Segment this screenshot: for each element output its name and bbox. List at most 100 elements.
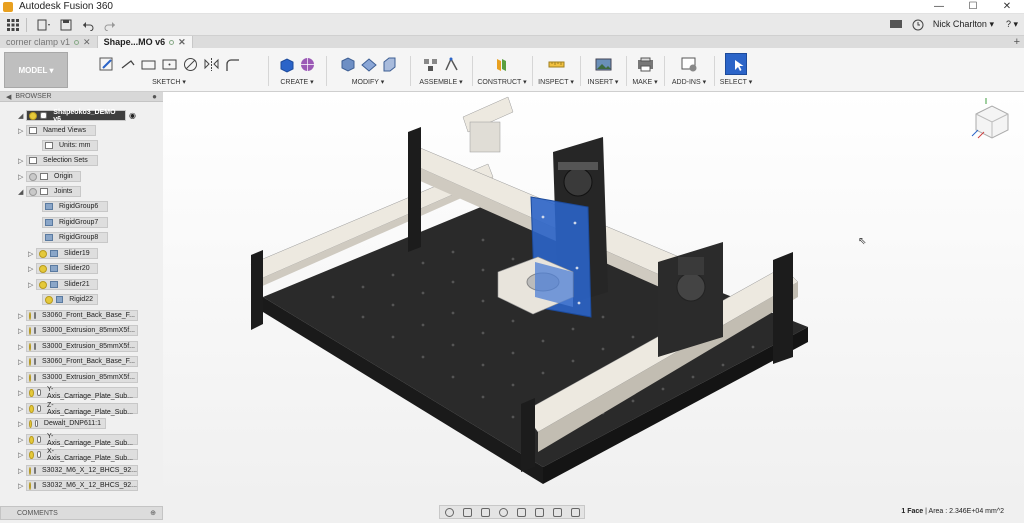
browser-item-box[interactable]: S3060_Front_Back_Base_F...	[26, 356, 138, 367]
browser-item[interactable]: ◢ Joints	[18, 186, 81, 197]
expand-node-icon[interactable]: ▷	[18, 358, 26, 366]
expand-node-icon[interactable]: ▷	[18, 374, 26, 382]
expand-node-icon[interactable]: ▷	[28, 250, 36, 258]
browser-item[interactable]: ▷ Slider21	[28, 279, 98, 290]
grid-settings-icon[interactable]	[552, 507, 562, 517]
assemble-menu[interactable]: ASSEMBLE ▾	[412, 78, 470, 86]
browser-item[interactable]: ▷ Dewalt_DNP611:1	[18, 418, 106, 429]
insert-image-icon[interactable]	[595, 56, 612, 73]
center-rectangle-icon[interactable]	[161, 56, 178, 73]
browser-item-box[interactable]: S3000_Extrusion_85mmX5f...	[26, 341, 138, 352]
browser-item-box[interactable]: S3000_Extrusion_85mmX5f...	[26, 325, 138, 336]
visibility-lightbulb-icon[interactable]	[29, 450, 34, 459]
visibility-lightbulb-icon[interactable]	[29, 435, 34, 444]
visibility-lightbulb-icon[interactable]	[29, 172, 37, 181]
line-icon[interactable]	[119, 56, 136, 73]
look-at-icon[interactable]	[462, 507, 472, 517]
offset-plane-icon[interactable]	[494, 56, 511, 73]
mirror-icon[interactable]	[203, 56, 220, 73]
view-cube[interactable]	[964, 94, 1014, 144]
expand-node-icon[interactable]: ▷	[18, 405, 26, 413]
press-pull-icon[interactable]	[339, 56, 356, 73]
expand-node-icon[interactable]: ▷	[18, 467, 26, 475]
addins-menu[interactable]: ADD-INS ▾	[666, 78, 712, 86]
visibility-lightbulb-icon[interactable]	[29, 466, 31, 475]
expand-node-icon[interactable]: ▷	[18, 157, 26, 165]
browser-item-box[interactable]: S3032_M6_X_12_BHCS_92...	[26, 465, 138, 476]
display-settings-icon[interactable]	[534, 507, 544, 517]
modify-menu[interactable]: MODIFY ▾	[328, 78, 408, 86]
insert-menu[interactable]: INSERT ▾	[582, 78, 624, 86]
save-icon[interactable]	[57, 17, 75, 33]
browser-item[interactable]: ▷ Y-Axis_Carriage_Plate_Sub...	[18, 386, 138, 400]
expand-node-icon[interactable]: ▷	[18, 451, 26, 459]
inspect-menu[interactable]: INSPECT ▾	[534, 78, 578, 86]
joint-icon[interactable]	[443, 56, 460, 73]
browser-item-box[interactable]: Joints	[26, 186, 81, 197]
help-menu[interactable]: ? ▾	[1006, 19, 1018, 30]
expand-node-icon[interactable]: ▷	[18, 312, 26, 320]
expand-node-icon[interactable]: ▷	[28, 281, 36, 289]
browser-item-box[interactable]: Origin	[26, 171, 81, 182]
tab-corner-clamp[interactable]: corner clamp v1 ✕	[0, 36, 98, 48]
browser-item-box[interactable]: Named Views	[26, 125, 96, 136]
browser-item[interactable]: ▷ S3000_Extrusion_85mmX5f...	[18, 372, 138, 383]
expand-node-icon[interactable]: ▷	[18, 327, 26, 335]
browser-item[interactable]: ▷ Origin	[18, 171, 81, 182]
rectangle-icon[interactable]	[140, 56, 157, 73]
browser-item[interactable]: ▷ X-Axis_Carriage_Plate_Sub...	[18, 448, 138, 462]
browser-item-box[interactable]: Y-Axis_Carriage_Plate_Sub...	[26, 386, 138, 400]
clock-icon[interactable]	[909, 17, 927, 33]
close-button[interactable]: ✕	[990, 1, 1024, 12]
tab-shapeoko-demo[interactable]: Shape...MO v6 ✕	[97, 36, 193, 48]
3d-print-icon[interactable]	[637, 56, 654, 73]
browser-item-box[interactable]: S3060_Front_Back_Base_F...	[26, 310, 138, 321]
user-account-menu[interactable]: Nick Charlton ▾	[933, 19, 994, 30]
expand-node-icon[interactable]: ▷	[28, 265, 36, 273]
visibility-lightbulb-icon[interactable]	[29, 419, 32, 428]
extrude-icon[interactable]	[278, 56, 295, 73]
make-menu[interactable]: MAKE ▾	[628, 78, 662, 86]
visibility-lightbulb-icon[interactable]	[39, 264, 47, 273]
browser-item[interactable]: ▷ S3060_Front_Back_Base_F...	[18, 310, 138, 321]
visibility-lightbulb-icon[interactable]	[29, 404, 34, 413]
browser-item[interactable]: Units: mm	[34, 140, 98, 151]
browser-item-box[interactable]: S3000_Extrusion_85mmX5f...	[26, 372, 138, 383]
browser-item[interactable]: ▷ S3032_M6_X_12_BHCS_92...	[18, 465, 138, 476]
form-icon[interactable]	[299, 56, 316, 73]
create-sketch-icon[interactable]	[98, 56, 115, 73]
browser-item[interactable]: ▷ S3000_Extrusion_85mmX5f...	[18, 325, 138, 336]
browser-item-box[interactable]: RigidGroup7	[42, 217, 108, 228]
browser-item-box[interactable]: Y-Axis_Carriage_Plate_Sub...	[26, 433, 138, 447]
comments-panel[interactable]: COMMENTS ⊕	[0, 506, 163, 520]
workspace-switcher[interactable]: MODEL ▾	[4, 52, 68, 88]
orbit-icon[interactable]	[444, 507, 454, 517]
visibility-lightbulb-icon[interactable]	[29, 373, 31, 382]
browser-item-box[interactable]: Slider19	[36, 248, 98, 259]
new-tab-button[interactable]: +	[1014, 36, 1024, 48]
sketch-menu[interactable]: SKETCH ▾	[72, 78, 266, 86]
undo-icon[interactable]	[79, 17, 97, 33]
redo-icon[interactable]	[101, 17, 119, 33]
circle-icon[interactable]	[182, 56, 199, 73]
new-component-icon[interactable]	[422, 56, 439, 73]
construct-menu[interactable]: CONSTRUCT ▾	[474, 78, 530, 86]
visibility-lightbulb-icon[interactable]	[39, 280, 47, 289]
fillet-sketch-icon[interactable]	[224, 56, 241, 73]
collapse-node-icon[interactable]: ◢	[18, 188, 26, 196]
browser-item[interactable]: ▷ Slider19	[28, 248, 98, 259]
browser-item-box[interactable]: Z-Axis_Carriage_Plate_Sub...	[26, 402, 138, 416]
pan-icon[interactable]	[480, 507, 490, 517]
fit-icon[interactable]	[516, 507, 526, 517]
close-tab-icon[interactable]: ✕	[178, 37, 186, 48]
collapse-node-icon[interactable]: ◢	[18, 112, 26, 120]
browser-item-box[interactable]: X-Axis_Carriage_Plate_Sub...	[26, 448, 138, 462]
visibility-lightbulb-icon[interactable]	[29, 481, 31, 490]
expand-node-icon[interactable]: ▷	[18, 436, 26, 444]
browser-item-box[interactable]: RigidGroup8	[42, 232, 108, 243]
browser-item[interactable]: ◢ Shapeoko3_DEMO v6 ◉	[18, 109, 136, 123]
zoom-icon[interactable]	[498, 507, 508, 517]
browser-header[interactable]: ◀ BROWSER ●	[0, 92, 163, 102]
browser-item-box[interactable]: Slider20	[36, 263, 98, 274]
browser-item[interactable]: ▷ Selection Sets	[18, 155, 98, 166]
